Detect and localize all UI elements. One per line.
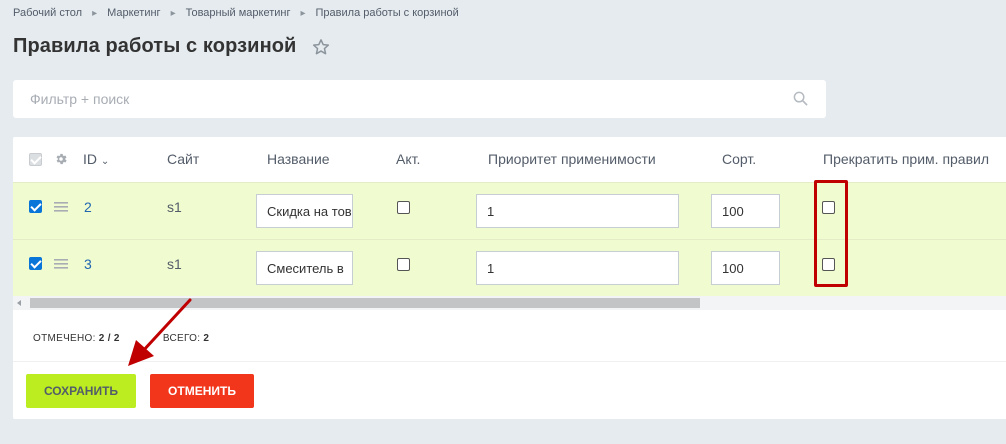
filter-search-input[interactable] [13, 80, 826, 118]
column-header-sort[interactable]: Сорт. [722, 151, 756, 167]
grid-header-row: ID ⌄ Сайт Название Акт. Приоритет примен… [13, 137, 1006, 182]
total-count-value: 2 [203, 333, 210, 344]
row-select-checkbox[interactable] [29, 257, 42, 270]
column-header-active[interactable]: Акт. [396, 151, 420, 167]
select-all-checkbox[interactable] [29, 153, 42, 166]
scrollbar-thumb[interactable] [30, 298, 700, 308]
drag-handle-icon[interactable] [54, 202, 68, 212]
chevron-down-icon: ⌄ [100, 156, 110, 167]
column-header-stop-rules[interactable]: Прекратить прим. правил [823, 151, 989, 167]
row-name-input[interactable] [256, 194, 353, 228]
column-header-site[interactable]: Сайт [167, 151, 199, 167]
save-button[interactable]: Сохранить [26, 374, 136, 408]
breadcrumb-marketing[interactable]: Маркетинг [107, 7, 160, 19]
row-priority-input[interactable] [476, 251, 679, 285]
row-id-link[interactable]: 2 [84, 199, 92, 215]
title-row: Правила работы с корзиной [13, 35, 330, 58]
breadcrumb-product-marketing[interactable]: Товарный маркетинг [186, 7, 291, 19]
breadcrumb-cart-rules[interactable]: Правила работы с корзиной [316, 7, 459, 19]
column-header-id-label: ID [83, 151, 97, 167]
table-row[interactable]: 3 s1 [13, 239, 1006, 296]
cancel-button[interactable]: Отменить [150, 374, 254, 408]
search-icon[interactable] [793, 91, 808, 106]
row-active-checkbox[interactable] [397, 201, 410, 214]
rules-grid: ID ⌄ Сайт Название Акт. Приоритет примен… [13, 137, 1006, 419]
row-name-input[interactable] [256, 251, 353, 285]
row-active-checkbox[interactable] [397, 258, 410, 271]
highlight-annotation-box [814, 180, 848, 287]
star-icon[interactable] [312, 38, 330, 56]
filter-search-box [13, 80, 826, 118]
divider [13, 361, 1006, 362]
breadcrumb: Рабочий стол ▸ Маркетинг ▸ Товарный марк… [13, 7, 459, 19]
grid-footer-stats: ОТМЕЧЕНО: 2 / 2 ВСЕГО: 2 [33, 333, 209, 344]
column-header-priority[interactable]: Приоритет применимости [488, 151, 656, 167]
row-site: s1 [167, 199, 182, 215]
scroll-left-arrow-icon[interactable] [17, 300, 21, 306]
selected-count-label: ОТМЕЧЕНО: [33, 333, 96, 344]
chevron-right-icon: ▸ [92, 7, 98, 19]
row-id-link[interactable]: 3 [84, 256, 92, 272]
row-priority-input[interactable] [476, 194, 679, 228]
drag-handle-icon[interactable] [54, 259, 68, 269]
row-site: s1 [167, 256, 182, 272]
selected-count-value: 2 / 2 [98, 333, 120, 344]
horizontal-scrollbar[interactable] [13, 296, 1006, 310]
column-header-name[interactable]: Название [267, 151, 330, 167]
page-title: Правила работы с корзиной [13, 35, 297, 57]
gear-icon[interactable] [54, 152, 68, 166]
column-header-id[interactable]: ID ⌄ [83, 151, 109, 167]
breadcrumb-desktop[interactable]: Рабочий стол [13, 7, 82, 19]
row-sort-input[interactable] [711, 251, 780, 285]
row-sort-input[interactable] [711, 194, 780, 228]
chevron-right-icon: ▸ [170, 7, 176, 19]
row-select-checkbox[interactable] [29, 200, 42, 213]
chevron-right-icon: ▸ [300, 7, 306, 19]
table-row[interactable]: 2 s1 [13, 182, 1006, 239]
total-count-label: ВСЕГО: [162, 333, 201, 344]
